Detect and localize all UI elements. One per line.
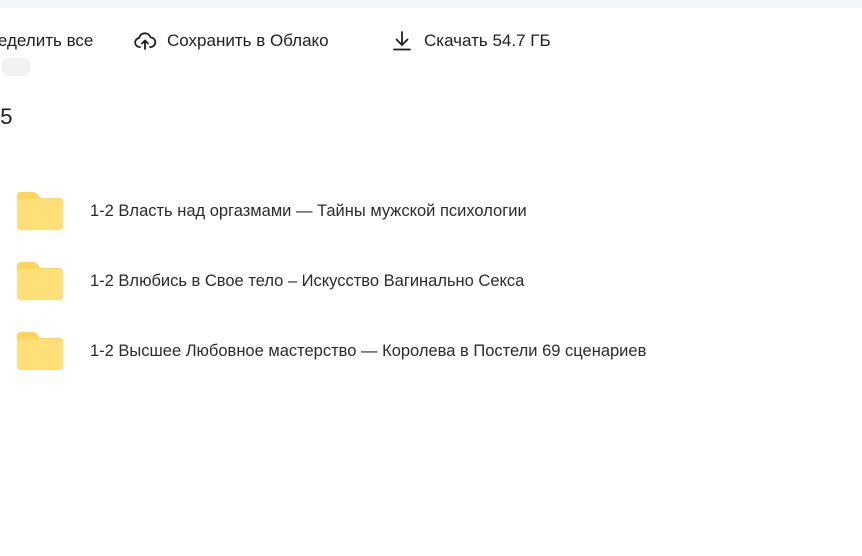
save-to-cloud-label: Сохранить в Облако [167,31,329,50]
file-name: 1-2 Высшее Любовное мастерство — Королев… [90,342,647,360]
list-item[interactable]: 1-2 Высшее Любовное мастерство — Королев… [0,316,862,386]
list-item[interactable]: 1-2 Власть над оргазмами — Тайны мужской… [0,176,862,246]
faded-mark [0,56,34,80]
select-all-button[interactable]: деделить все [0,22,93,60]
download-button[interactable]: Скачать 54.7 ГБ [390,22,551,60]
download-label: Скачать 54.7 ГБ [424,31,551,50]
folder-icon [15,190,65,231]
top-strip [0,0,862,8]
folder-icon [15,260,65,301]
cloud-upload-icon [133,29,157,53]
list-item[interactable]: 1-2 Влюбись в Свое тело – Искусство Ваги… [0,246,862,316]
folder-icon [15,330,65,371]
item-count: 85 [0,104,13,129]
save-to-cloud-button[interactable]: Сохранить в Облако [133,22,329,60]
select-all-label: деделить все [0,31,94,50]
file-name: 1-2 Власть над оргазмами — Тайны мужской… [90,202,527,220]
file-name: 1-2 Влюбись в Свое тело – Искусство Ваги… [90,272,525,290]
toolbar: деделить все Сохранить в Облако Скачать … [0,22,862,60]
download-icon [390,29,414,53]
